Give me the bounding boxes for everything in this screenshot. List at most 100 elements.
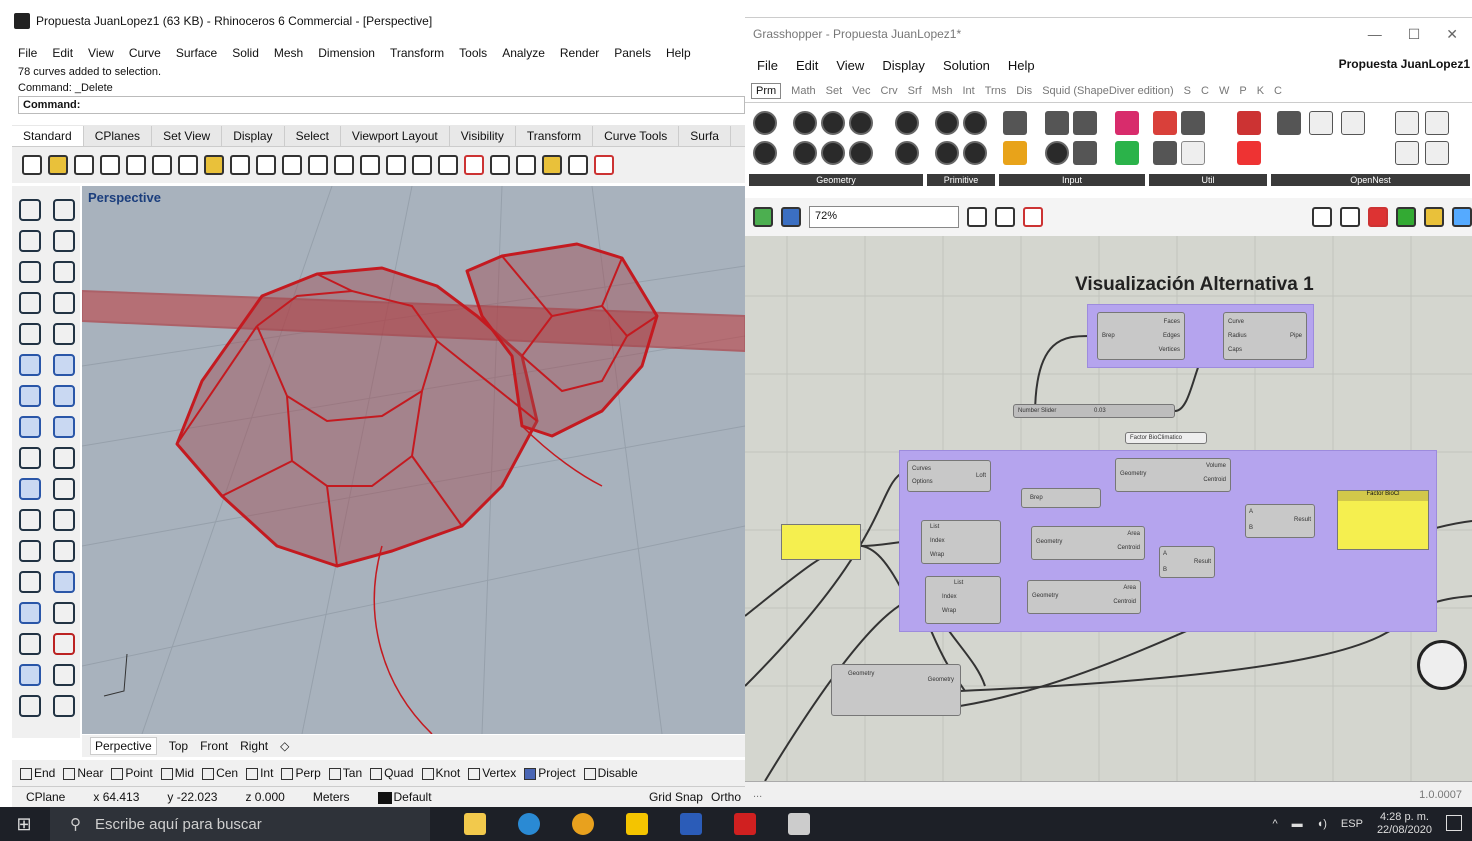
osnap-mid[interactable]: Mid bbox=[160, 766, 194, 780]
arrow-outline-icon[interactable] bbox=[1181, 141, 1205, 165]
port-geometry[interactable]: Geometry bbox=[1120, 471, 1146, 477]
port-pipe[interactable]: Pipe bbox=[1290, 333, 1302, 339]
file-explorer-icon[interactable] bbox=[464, 813, 486, 835]
text-icon[interactable] bbox=[19, 539, 41, 562]
gh-tab[interactable]: K bbox=[1257, 85, 1264, 97]
param-icon[interactable] bbox=[935, 141, 959, 165]
tab-set-view[interactable]: Set View bbox=[152, 125, 223, 146]
viewport-tab-perspective[interactable]: Perpective bbox=[90, 737, 157, 755]
undo-view-icon[interactable] bbox=[412, 155, 432, 175]
notification-icon[interactable] bbox=[1446, 815, 1462, 831]
rhino-icon[interactable] bbox=[788, 813, 810, 835]
port-a[interactable]: A bbox=[1163, 551, 1167, 557]
gh-tab[interactable]: Set bbox=[826, 85, 843, 97]
osnap-near[interactable]: Near bbox=[63, 766, 103, 780]
status-layer[interactable]: Default bbox=[364, 790, 446, 804]
port-area[interactable]: Area bbox=[1123, 585, 1136, 591]
opennest-icon[interactable] bbox=[1425, 111, 1449, 135]
checkbox[interactable] bbox=[468, 767, 481, 780]
opennest-icon[interactable] bbox=[1277, 111, 1301, 135]
osnap-quad[interactable]: Quad bbox=[370, 766, 414, 780]
minimize-icon[interactable]: — bbox=[1368, 26, 1382, 42]
join-icon[interactable] bbox=[53, 477, 75, 500]
graph-mapper-icon[interactable] bbox=[1003, 141, 1027, 165]
brep-param[interactable]: Brep bbox=[1021, 488, 1101, 508]
network-icon[interactable]: ▬ bbox=[1292, 818, 1303, 830]
orient-component[interactable]: Geometry Geometry bbox=[831, 664, 961, 716]
param-icon[interactable] bbox=[753, 141, 777, 165]
mesh-icon[interactable] bbox=[19, 415, 41, 438]
input-panel[interactable] bbox=[781, 524, 861, 560]
add-viewport-icon[interactable]: ◇ bbox=[280, 739, 289, 753]
language-indicator[interactable]: ESP bbox=[1341, 818, 1363, 830]
gh-menu-display[interactable]: Display bbox=[882, 58, 925, 73]
app-icon[interactable] bbox=[734, 813, 756, 835]
volume-component[interactable]: Geometry Volume Centroid bbox=[1115, 458, 1231, 492]
gh-menu-help[interactable]: Help bbox=[1008, 58, 1035, 73]
area-component[interactable]: Geometry Area Centroid bbox=[1031, 526, 1145, 560]
menu-help[interactable]: Help bbox=[666, 46, 691, 60]
port-index[interactable]: Index bbox=[930, 538, 945, 544]
checkbox[interactable] bbox=[281, 767, 294, 780]
tab-standard[interactable]: Standard bbox=[12, 125, 84, 146]
osnap-tan[interactable]: Tan bbox=[328, 766, 362, 780]
param-icon[interactable] bbox=[963, 141, 987, 165]
port-wrap[interactable]: Wrap bbox=[942, 608, 956, 614]
circle-icon[interactable] bbox=[19, 260, 41, 283]
port-area[interactable]: Area bbox=[1127, 531, 1140, 537]
selected-only-icon[interactable] bbox=[1396, 207, 1416, 227]
factor-panel[interactable]: Factor BioCl bbox=[1337, 490, 1429, 550]
gh-tab[interactable]: Trns bbox=[985, 85, 1007, 97]
explode-icon[interactable] bbox=[19, 477, 41, 500]
port-result[interactable]: Result bbox=[1294, 517, 1311, 523]
layer-icon[interactable] bbox=[53, 632, 75, 655]
zoom-extents-icon[interactable] bbox=[967, 207, 987, 227]
viewport-layout-icon[interactable] bbox=[438, 155, 458, 175]
cherry-icon[interactable] bbox=[1153, 111, 1177, 135]
param-icon[interactable] bbox=[963, 111, 987, 135]
undo-icon[interactable] bbox=[230, 155, 250, 175]
gh-tab[interactable]: S bbox=[1184, 85, 1191, 97]
boolean-icon[interactable] bbox=[53, 415, 75, 438]
open-folder-icon[interactable] bbox=[48, 155, 68, 175]
gradient-icon[interactable] bbox=[1115, 111, 1139, 135]
zoom-icon[interactable] bbox=[308, 155, 328, 175]
perspective-viewport[interactable]: Perspective bbox=[82, 186, 745, 734]
options-icon[interactable] bbox=[53, 694, 75, 717]
list-item-component[interactable]: List Index Wrap bbox=[921, 520, 1001, 564]
menu-surface[interactable]: Surface bbox=[176, 46, 217, 60]
save-file-icon[interactable] bbox=[781, 207, 801, 227]
menu-analyze[interactable]: Analyze bbox=[502, 46, 545, 60]
tab-visibility[interactable]: Visibility bbox=[450, 125, 516, 146]
pipe-component[interactable]: Curve Radius Caps Pipe bbox=[1223, 312, 1307, 360]
checkbox[interactable] bbox=[20, 767, 32, 780]
util-icon[interactable] bbox=[1153, 141, 1177, 165]
gh-tab[interactable]: Vec bbox=[852, 85, 870, 97]
import-icon[interactable] bbox=[1003, 111, 1027, 135]
cplane-icon[interactable] bbox=[464, 155, 484, 175]
port-geometry[interactable]: Geometry bbox=[848, 671, 874, 677]
gh-menu-edit[interactable]: Edit bbox=[796, 58, 818, 73]
checkbox[interactable] bbox=[421, 767, 434, 780]
menu-render[interactable]: Render bbox=[560, 46, 599, 60]
ellipse-icon[interactable] bbox=[53, 260, 75, 283]
osnap-point[interactable]: Point bbox=[111, 766, 153, 780]
port-caps[interactable]: Caps bbox=[1228, 347, 1242, 353]
number-slider[interactable]: Number Slider 0.03 bbox=[1013, 404, 1175, 418]
gh-tab[interactable]: Dis bbox=[1016, 85, 1032, 97]
input-icon[interactable] bbox=[1045, 111, 1069, 135]
zoom-extents-icon[interactable] bbox=[360, 155, 380, 175]
move-icon[interactable] bbox=[19, 508, 41, 531]
port-curves[interactable]: Curves bbox=[912, 466, 931, 472]
param-icon[interactable] bbox=[753, 111, 777, 135]
arc-icon[interactable] bbox=[19, 291, 41, 314]
port-b[interactable]: B bbox=[1163, 567, 1167, 573]
osnap-perp[interactable]: Perp bbox=[281, 766, 321, 780]
input-icon[interactable] bbox=[1073, 111, 1097, 135]
osnap-icon[interactable] bbox=[490, 155, 510, 175]
surface-icon[interactable] bbox=[19, 353, 41, 376]
status-units[interactable]: Meters bbox=[299, 790, 364, 804]
list-item-component-2[interactable]: List Index Wrap bbox=[925, 576, 1001, 624]
save-icon[interactable] bbox=[74, 155, 94, 175]
osnap-knot[interactable]: Knot bbox=[421, 766, 460, 780]
